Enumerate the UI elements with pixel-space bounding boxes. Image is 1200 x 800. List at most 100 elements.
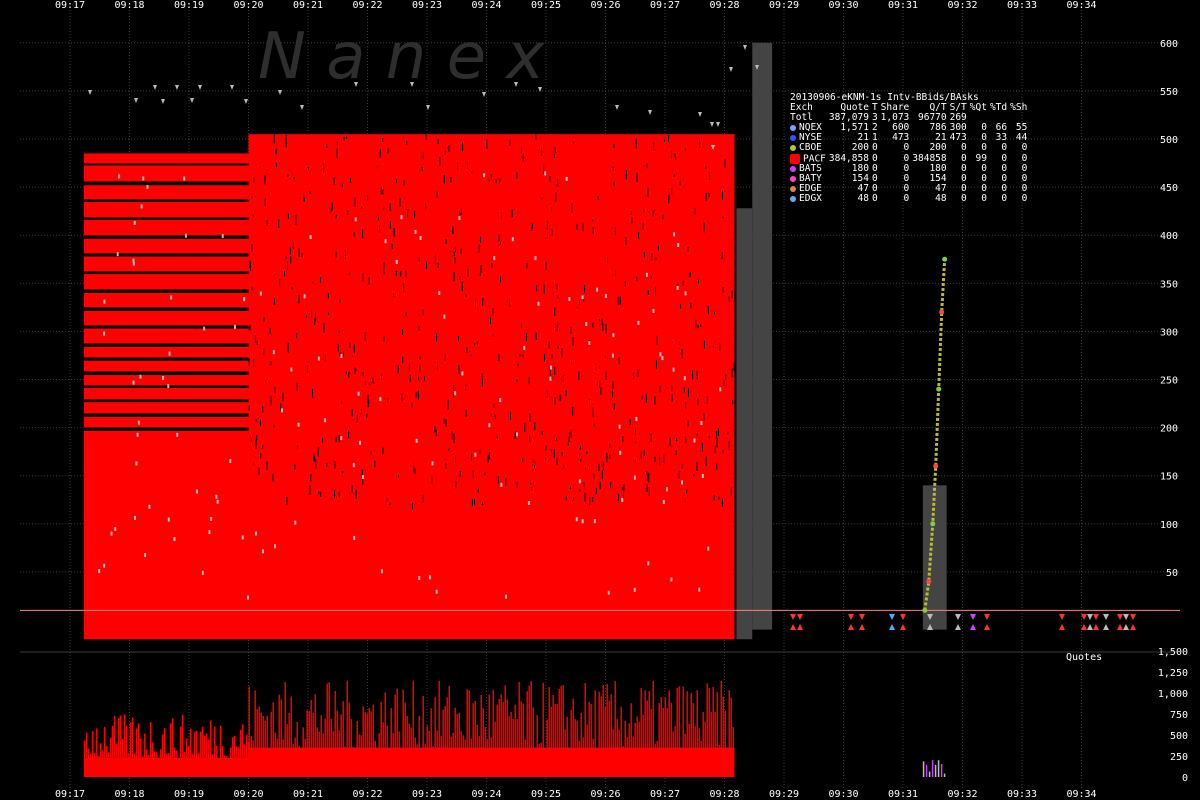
quote-band-gap (557, 320, 559, 328)
quote-band-gap (448, 145, 450, 152)
quote-band-gap (287, 213, 289, 220)
trade-marker (103, 563, 106, 568)
trade-marker (203, 326, 206, 331)
quote-band-gap (252, 214, 254, 217)
quote-band-gap (346, 136, 348, 139)
quote-band-gap (732, 400, 734, 405)
quote-band-gap (569, 486, 571, 489)
quote-band-gap (422, 309, 424, 316)
quote-band-gap (650, 275, 652, 280)
quote-band-gap (669, 437, 671, 447)
trade-marker (889, 624, 895, 630)
quote-band-gap (687, 420, 689, 427)
quote-band-gap (453, 384, 455, 391)
quote-band-gap (270, 361, 272, 366)
x-tick-label-top: 09:23 (412, 0, 442, 11)
quote-band-gap (572, 141, 574, 145)
quote-band-gap (673, 174, 675, 177)
quote-band-gap (642, 222, 644, 230)
quote-band-gap (576, 306, 578, 309)
quote-band-gap (689, 272, 691, 277)
quote-band-gap (326, 463, 328, 467)
quote-band-gap (520, 322, 522, 329)
quote-band-gap (481, 373, 483, 378)
quote-band-gap (259, 419, 261, 426)
quote-band-gap (695, 319, 697, 329)
quote-band-gap (686, 489, 688, 494)
quote-band-gap (634, 459, 636, 463)
quote-band-gap (600, 387, 602, 395)
quote-band-gap (248, 358, 250, 366)
quote-band-gap (466, 161, 468, 169)
quote-band-gap (556, 437, 558, 441)
quote-band-gap (381, 373, 383, 381)
trade-marker (144, 553, 147, 558)
quote-band-gap (597, 196, 599, 200)
quote-band-gap (713, 311, 715, 315)
quote-band-gap (327, 293, 329, 299)
trade-marker (1117, 614, 1123, 620)
x-tick-label-top: 09:18 (114, 0, 144, 11)
quote-band-gap (376, 165, 378, 169)
quote-band-gap (614, 226, 616, 236)
quote-band-gap (719, 343, 721, 351)
quote-band-gap (679, 181, 681, 186)
diamond-icon (790, 175, 796, 182)
quote-band-gap (610, 481, 612, 489)
quote-band-gap (716, 438, 718, 448)
quote-band-gap (588, 398, 590, 405)
trade-marker (162, 376, 165, 381)
trade-marker (585, 321, 588, 326)
trade-marker (352, 463, 355, 468)
trade-marker (848, 614, 854, 620)
quote-band-gap (722, 216, 724, 219)
stats-value-cell: 0 (1001, 173, 1008, 185)
quote-band-gap (572, 337, 574, 346)
quote-band-gap (612, 166, 614, 172)
quote-band-gap (448, 448, 450, 451)
quote-band-gap (453, 271, 455, 282)
quote-band-gap (514, 433, 516, 440)
trade-marker (612, 333, 615, 338)
quote-band-gap (266, 461, 268, 471)
quote-band-gap (364, 469, 366, 472)
quote-band-gap (598, 364, 600, 369)
quote-band-gap (295, 215, 297, 225)
nanex-watermark: N a n e x (258, 20, 545, 94)
quote-band-gap (505, 477, 507, 486)
quote-band-gap (264, 198, 266, 207)
trade-marker (633, 475, 636, 480)
quote-band-gap (572, 407, 574, 416)
quote-band-gap (397, 365, 399, 374)
quote-band-gap (671, 385, 673, 392)
stats-value-cell: 44 (1015, 132, 1028, 144)
trade-marker (297, 422, 300, 427)
quote-band-gap (498, 353, 500, 362)
quote-band-gap (531, 486, 533, 491)
quote-band-gap (662, 214, 664, 220)
quote-bar (922, 761, 925, 777)
quote-band-gap (663, 454, 665, 464)
quote-band-gap (258, 467, 260, 472)
trade-marker (118, 174, 121, 179)
trade-marker (461, 371, 464, 376)
trade-marker (290, 367, 293, 372)
price-axis-labels: 50 100 150 200 250 300 350 400 450 500 550 600 (1160, 39, 1178, 579)
quote-band-segment (248, 134, 735, 640)
quote-band-gap (345, 371, 347, 375)
quote-band-gap (462, 142, 464, 152)
quote-band-gap (386, 497, 388, 502)
quote-band-gap (437, 262, 439, 269)
trade-marker (700, 420, 703, 425)
quote-band-gap (664, 139, 666, 142)
trade-marker (357, 391, 360, 396)
quote-band-gap (648, 487, 650, 497)
quote-band-gap (545, 445, 547, 451)
quote-band-gap (573, 497, 575, 501)
trade-marker (488, 423, 491, 428)
quote-band-gap (309, 485, 311, 496)
quote-band-gap (383, 336, 385, 342)
quote-band-gap (490, 413, 492, 417)
quote-band-gap (555, 192, 557, 202)
quote-band-gap (457, 162, 459, 171)
